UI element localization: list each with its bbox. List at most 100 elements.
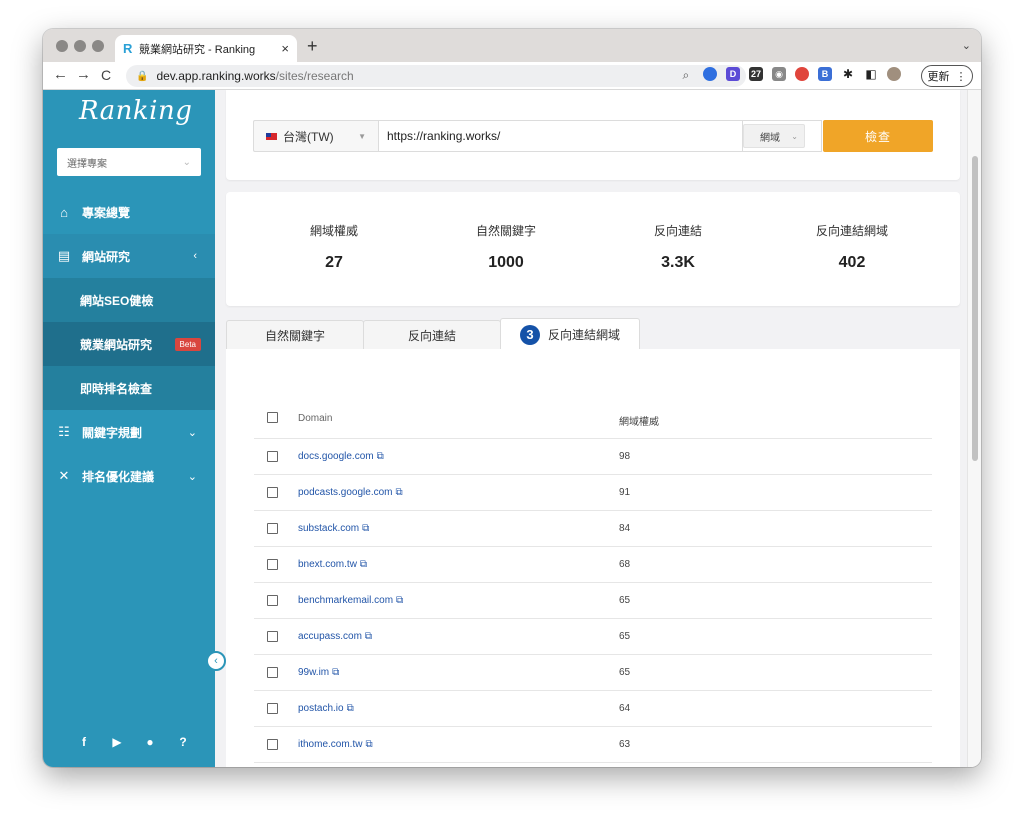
row-checkbox[interactable] bbox=[267, 703, 278, 714]
domain-link[interactable]: ithome.com.tw ⧉ bbox=[298, 739, 373, 750]
row-checkbox[interactable] bbox=[267, 667, 278, 678]
external-link-icon[interactable]: ⧉ bbox=[362, 523, 369, 534]
collapse-sidebar-button[interactable]: ‹ bbox=[206, 651, 226, 671]
authority-value: 84 bbox=[619, 523, 631, 534]
tab-title: 競業網站研究 - Ranking bbox=[139, 43, 256, 56]
scope-select[interactable]: 網域 ⌄ bbox=[743, 124, 805, 148]
address-bar[interactable]: 🔒 dev.app.ranking.works/sites/research ⌕… bbox=[126, 65, 746, 87]
table-row: 99w.im ⧉ 65 bbox=[254, 655, 932, 691]
zoom-search-icon[interactable]: ⌕ bbox=[682, 68, 689, 83]
external-link-icon[interactable]: ⧉ bbox=[377, 451, 384, 462]
country-select[interactable]: 台灣(TW) ▼ bbox=[253, 120, 378, 152]
update-button[interactable]: 更新 ⋮ bbox=[921, 65, 973, 87]
tab-referring-domains[interactable]: 3 反向連結網域 bbox=[500, 318, 640, 350]
project-select[interactable]: 選擇專案 ⌄ bbox=[57, 148, 201, 176]
external-link-icon[interactable]: ⧉ bbox=[360, 559, 367, 570]
sidebar-item-overview[interactable]: ⌂ 專案總覽 bbox=[43, 190, 215, 234]
stat-value: 1000 bbox=[488, 254, 524, 271]
domain-link[interactable]: benchmarkemail.com ⧉ bbox=[298, 595, 403, 606]
domain-link[interactable]: postach.io ⧉ bbox=[298, 703, 354, 714]
close-window-button[interactable] bbox=[56, 40, 68, 52]
table-row: benchmarkemail.com ⧉ 65 bbox=[254, 583, 932, 619]
sidebar-item-keyword-planning[interactable]: ☷ 關鍵字規劃 ⌄ bbox=[43, 410, 215, 454]
authority-value: 68 bbox=[619, 559, 631, 570]
back-arrow-icon[interactable]: ← bbox=[53, 66, 68, 83]
sidebar-item-seo-audit[interactable]: 網站SEO健檢 bbox=[43, 278, 215, 322]
sidebar-item-label: 競業網站研究 bbox=[80, 337, 153, 352]
domain-link[interactable]: podcasts.google.com ⧉ bbox=[298, 487, 403, 498]
extension-blue-circle-icon[interactable] bbox=[703, 67, 717, 81]
facebook-icon[interactable]: f bbox=[76, 735, 92, 749]
home-icon: ⌂ bbox=[60, 204, 68, 220]
extension-calendar-icon[interactable]: 27 bbox=[749, 67, 763, 81]
profile-avatar[interactable] bbox=[887, 67, 901, 81]
main-content: 台灣(TW) ▼ https://ranking.works/ 網域 ⌄ 檢查 … bbox=[215, 90, 967, 767]
sidebar-item-rank-check[interactable]: 即時排名檢查 bbox=[43, 366, 215, 410]
extension-d-icon[interactable]: D bbox=[726, 67, 740, 81]
row-checkbox[interactable] bbox=[267, 559, 278, 570]
row-checkbox[interactable] bbox=[267, 487, 278, 498]
extension-camera-icon[interactable]: ◉ bbox=[772, 67, 786, 81]
domain-link[interactable]: substack.com ⧉ bbox=[298, 523, 369, 534]
check-button[interactable]: 檢查 bbox=[823, 120, 933, 152]
zoom-window-button[interactable] bbox=[92, 40, 104, 52]
table-row: substack.com ⧉ 84 bbox=[254, 511, 932, 547]
extension-color-icon[interactable] bbox=[795, 67, 809, 81]
new-tab-icon[interactable]: + bbox=[307, 36, 318, 57]
chevron-down-icon: ⌄ bbox=[187, 426, 197, 439]
domain-link[interactable]: 99w.im ⧉ bbox=[298, 667, 339, 678]
url-path: /sites/research bbox=[275, 69, 354, 83]
page-scrollbar[interactable] bbox=[967, 90, 981, 767]
chevron-left-icon: ‹ bbox=[193, 250, 197, 262]
forward-arrow-icon[interactable]: → bbox=[76, 66, 91, 83]
external-link-icon[interactable]: ⧉ bbox=[396, 595, 403, 606]
youtube-icon[interactable]: ▶ bbox=[109, 735, 125, 749]
sidebar-item-ranking-optimization[interactable]: ✕ 排名優化建議 ⌄ bbox=[43, 454, 215, 498]
ranking-logo[interactable]: Ranking bbox=[79, 96, 192, 126]
browser-tab[interactable]: R 競業網站研究 - Ranking × bbox=[115, 35, 297, 62]
extensions-puzzle-icon[interactable]: ✱ bbox=[841, 67, 855, 81]
tab-search-chevron-icon[interactable]: ⌄ bbox=[962, 39, 971, 52]
domain-link[interactable]: accupass.com ⧉ bbox=[298, 631, 372, 642]
authority-value: 65 bbox=[619, 631, 631, 642]
tab-backlinks[interactable]: 反向連結 bbox=[363, 320, 501, 350]
external-link-icon[interactable]: ⧉ bbox=[365, 739, 372, 750]
sidebar-item-competitor-research[interactable]: 競業網站研究 Beta bbox=[43, 322, 215, 366]
external-link-icon[interactable]: ⧉ bbox=[347, 703, 354, 714]
extension-b-icon[interactable]: B bbox=[818, 67, 832, 81]
select-all-checkbox[interactable] bbox=[267, 412, 278, 423]
sidebar-item-site-research[interactable]: ▤ 網站研究 ‹ bbox=[43, 234, 215, 278]
tab-strip: R 競業網站研究 - Ranking × + ⌄ bbox=[43, 29, 981, 62]
row-checkbox[interactable] bbox=[267, 595, 278, 606]
row-checkbox[interactable] bbox=[267, 739, 278, 750]
row-checkbox[interactable] bbox=[267, 523, 278, 534]
column-header-domain: Domain bbox=[298, 413, 333, 424]
authority-value: 65 bbox=[619, 595, 631, 606]
external-link-icon[interactable]: ⧉ bbox=[396, 487, 403, 498]
line-icon[interactable]: ● bbox=[142, 735, 158, 749]
reload-icon[interactable]: C bbox=[101, 67, 111, 83]
authority-value: 63 bbox=[619, 739, 631, 750]
domain-link[interactable]: docs.google.com ⧉ bbox=[298, 451, 384, 462]
side-panel-icon[interactable]: ◧ bbox=[864, 67, 878, 81]
minimize-window-button[interactable] bbox=[74, 40, 86, 52]
tab-organic-keywords[interactable]: 自然關鍵字 bbox=[226, 320, 364, 350]
external-link-icon[interactable]: ⧉ bbox=[332, 667, 339, 678]
tab-label: 反向連結網域 bbox=[547, 328, 620, 342]
url-host: dev.app.ranking.works bbox=[156, 69, 276, 83]
row-checkbox[interactable] bbox=[267, 451, 278, 462]
close-tab-icon[interactable]: × bbox=[281, 41, 289, 56]
scrollbar-thumb[interactable] bbox=[972, 156, 978, 461]
sidebar-item-label: 專案總覽 bbox=[82, 205, 131, 220]
help-icon[interactable]: ? bbox=[175, 735, 191, 749]
url-input[interactable]: https://ranking.works/ bbox=[378, 120, 743, 152]
authority-value: 64 bbox=[619, 703, 631, 714]
external-link-icon[interactable]: ⧉ bbox=[365, 631, 372, 642]
authority-value: 91 bbox=[619, 487, 631, 498]
stat-label: 反向連結 bbox=[653, 224, 702, 238]
stat-value: 3.3K bbox=[661, 254, 695, 271]
social-links: f ▶ ● ? bbox=[76, 735, 191, 749]
domain-link[interactable]: bnext.com.tw ⧉ bbox=[298, 559, 367, 570]
more-menu-icon[interactable]: ⋮ bbox=[956, 70, 967, 83]
row-checkbox[interactable] bbox=[267, 631, 278, 642]
